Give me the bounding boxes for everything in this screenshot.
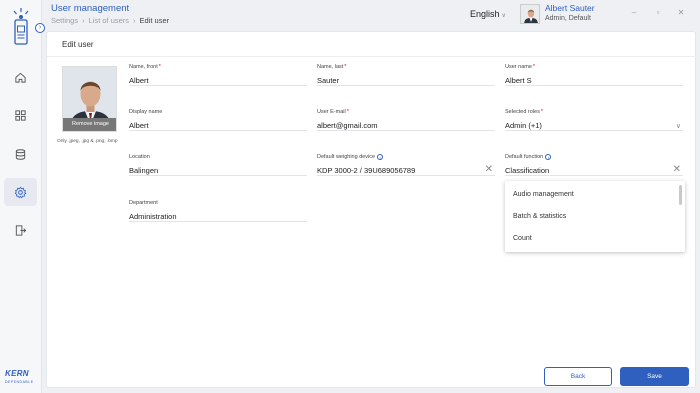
chevron-down-icon: ∨ [501, 13, 506, 19]
save-button[interactable]: Save [620, 367, 689, 386]
last-name-label: Name, last [317, 64, 344, 70]
nav-home[interactable] [4, 63, 37, 91]
clear-icon[interactable]: ✕ [673, 163, 681, 177]
required-marker: * [158, 64, 161, 70]
app-title: User management [51, 3, 130, 14]
default-function-select[interactable]: Classification ✕ [505, 162, 683, 176]
scale-logo-icon [13, 8, 29, 45]
breadcrumb: Settings › List of users › Edit user [51, 16, 169, 25]
first-name-label: Name, front [129, 64, 158, 70]
default-function-field: Default function i Classification ✕ [505, 154, 683, 176]
first-name-input[interactable]: Albert [129, 72, 307, 86]
required-marker: * [532, 64, 536, 70]
breadcrumb-list-of-users[interactable]: List of users [89, 16, 129, 25]
location-input[interactable]: Balingen [129, 162, 307, 176]
department-label: Department [129, 200, 158, 206]
language-selector[interactable]: English ∨ [470, 9, 506, 19]
remove-image-button[interactable]: Remove image [63, 118, 116, 131]
chevron-down-icon: ∨ [675, 123, 681, 130]
language-label: English [470, 9, 500, 19]
email-label: User E-mail [317, 109, 346, 115]
info-icon[interactable]: i [377, 154, 384, 160]
first-name-field: Name, front* Albert [129, 64, 307, 86]
weighing-device-label: Default weighing device [317, 154, 376, 160]
default-function-value: Classification [505, 166, 550, 175]
user-name-field: User name* Albert S [505, 64, 683, 86]
back-button[interactable]: Back [544, 367, 612, 386]
breadcrumb-separator: › [133, 16, 136, 25]
dropdown-option[interactable]: Audio management [513, 191, 574, 198]
roles-select[interactable]: Admin (+1) ∨ [505, 117, 683, 131]
nav-dashboard[interactable] [4, 101, 37, 129]
kern-tagline: DEPENDABLE [5, 380, 34, 384]
logout-icon [15, 224, 27, 236]
settings-icon [14, 186, 27, 198]
edit-user-card: Edit user Remove image Only .jpeg, .jpg … [46, 31, 697, 388]
dropdown-scrollbar[interactable] [679, 185, 682, 205]
card-title: Edit user [62, 40, 94, 49]
default-function-label: Default function [505, 154, 544, 160]
info-icon[interactable]: i [545, 154, 552, 160]
location-field: Location Balingen [129, 154, 307, 176]
last-name-input[interactable]: Sauter [317, 72, 495, 86]
image-format-note: Only .jpeg, .jpg & .png, .bmp [57, 139, 118, 144]
current-user-name[interactable]: Albert Sauter [545, 3, 595, 13]
display-name-label: Display name [129, 109, 163, 115]
email-field: User E-mail* albert@gmail.com [317, 109, 495, 131]
breadcrumb-separator: › [82, 16, 85, 25]
breadcrumb-edit-user: Edit user [139, 16, 170, 25]
dropdown-option[interactable]: Batch & statistics [513, 213, 566, 220]
roles-value: Admin (+1) [505, 121, 542, 130]
user-photo-icon [521, 5, 539, 23]
dropdown-option[interactable]: Count [513, 235, 532, 242]
avatar[interactable] [520, 4, 540, 24]
database-icon [15, 148, 26, 160]
breadcrumb-settings[interactable]: Settings [51, 16, 78, 25]
user-name-label: User name [505, 64, 532, 70]
required-marker: * [540, 109, 543, 115]
kern-logo: KERN [5, 369, 29, 378]
location-label: Location [129, 154, 150, 160]
divider [47, 56, 697, 57]
user-name-input[interactable]: Albert S [505, 72, 683, 86]
header: User management Settings › List of users › E… [42, 0, 700, 30]
roles-field: Selected roles* Admin (+1) ∨ [505, 109, 683, 131]
user-photo: Remove image [62, 66, 117, 132]
current-user-role: Admin, Default [545, 15, 591, 22]
last-name-field: Name, last* Sauter [317, 64, 495, 86]
minimize-icon[interactable]: – [629, 8, 639, 18]
roles-label: Selected roles [505, 109, 540, 115]
email-input[interactable]: albert@gmail.com [317, 117, 495, 131]
weighing-device-field: Default weighing device i KDP 3000-2 / 39… [317, 154, 495, 176]
clear-icon[interactable]: ✕ [485, 163, 493, 177]
close-icon[interactable]: ✕ [676, 8, 686, 18]
display-name-field: Display name Albert [129, 109, 307, 131]
maximize-icon[interactable]: ▫ [653, 8, 663, 18]
home-icon [15, 72, 26, 83]
department-input[interactable]: Administration [129, 208, 307, 222]
dashboard-icon [15, 109, 26, 121]
nav-database[interactable] [4, 140, 37, 168]
default-function-dropdown: Audio management Batch & statistics Coun… [505, 181, 685, 252]
nav-logout[interactable] [4, 216, 37, 244]
weighing-device-value: KDP 3000-2 / 39U689056789 [317, 166, 416, 175]
required-marker: * [344, 64, 347, 70]
sidebar: › KERN DEPENDABLE [0, 0, 45, 393]
required-marker: * [346, 109, 349, 115]
department-field: Department Administration [129, 200, 307, 222]
display-name-input[interactable]: Albert [129, 117, 307, 131]
weighing-device-select[interactable]: KDP 3000-2 / 39U689056789 ✕ [317, 162, 495, 176]
nav-settings[interactable] [4, 178, 37, 206]
